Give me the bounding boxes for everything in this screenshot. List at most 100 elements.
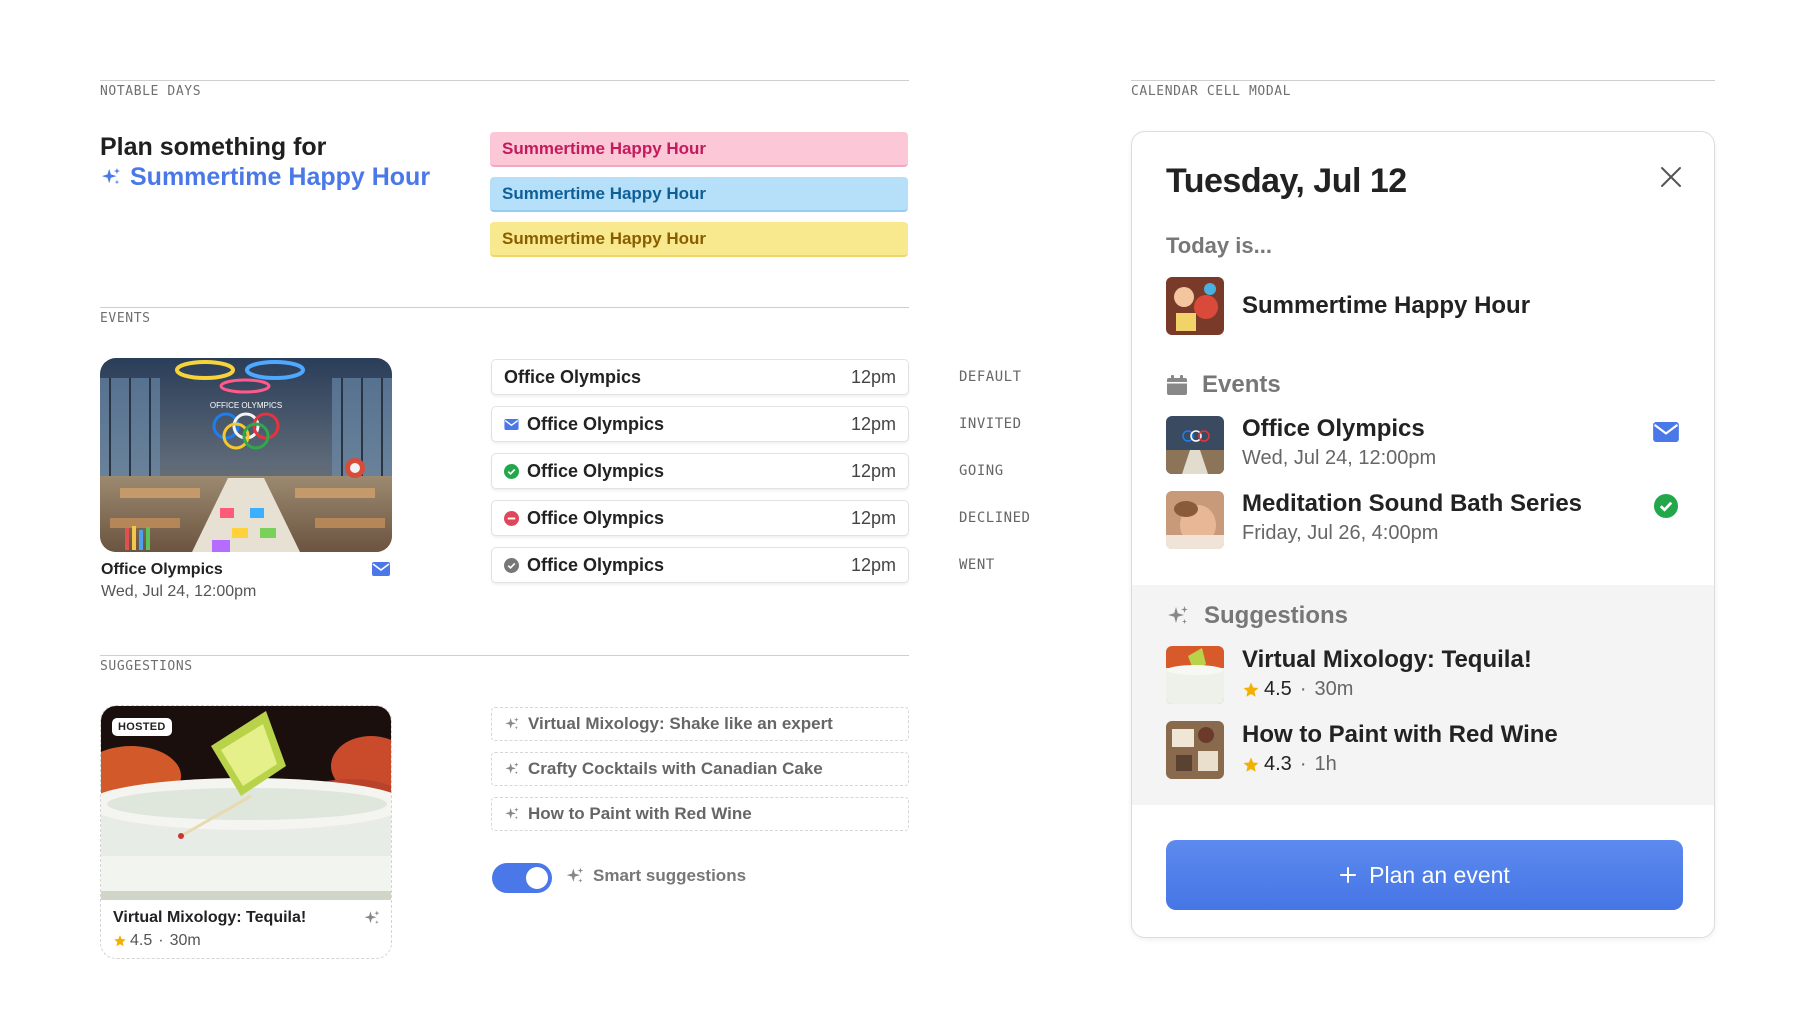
notable-days-section-label: NOTABLE DAYS — [100, 84, 202, 99]
notable-days-rule — [100, 80, 909, 81]
today-item-title[interactable]: Summertime Happy Hour — [1242, 292, 1530, 320]
mail-icon — [372, 562, 390, 576]
event-row-time: 12pm — [850, 554, 896, 575]
hosted-badge: HOSTED — [112, 718, 172, 736]
event-row-time: 12pm — [850, 460, 896, 481]
state-label-declined: DECLINED — [959, 510, 1031, 526]
notable-day-pill-yellow[interactable]: Summertime Happy Hour — [490, 222, 908, 257]
suggestions-heading-text: Suggestions — [1204, 602, 1349, 629]
suggestion-row-title: How to Paint with Red Wine — [528, 804, 752, 823]
plan-subtitle[interactable]: Summertime Happy Hour — [100, 162, 430, 192]
smart-suggestions-label: Smart suggestions — [565, 866, 746, 886]
plan-event-button[interactable]: Plan an event — [1166, 840, 1683, 910]
plus-icon — [1340, 867, 1357, 883]
state-label-default: DEFAULT — [959, 369, 1022, 385]
notable-day-pill-blue[interactable]: Summertime Happy Hour — [490, 177, 908, 212]
suggestion-card[interactable]: HOSTED Virtual Mixology: Tequila! 4.5 · … — [100, 705, 392, 959]
suggestion-thumbnail — [1166, 646, 1224, 704]
today-thumbnail — [1166, 277, 1224, 335]
event-row-declined[interactable]: Office Olympics 12pm — [491, 500, 909, 536]
modal-event-title[interactable]: Office Olympics — [1242, 415, 1425, 443]
event-row-title: Office Olympics — [527, 413, 665, 434]
state-label-going: GOING — [959, 463, 1004, 479]
event-row-default[interactable]: Office Olympics 12pm — [491, 359, 909, 395]
event-row-invited[interactable]: Office Olympics 12pm — [491, 406, 909, 442]
event-row-title: Office Olympics — [527, 460, 665, 481]
rating-separator: · — [1299, 678, 1307, 700]
events-rule — [100, 307, 909, 308]
office-olympics-illustration: OFFICE OLYMPICS — [100, 358, 392, 552]
sparkle-icon[interactable] — [363, 909, 381, 927]
plan-event-label: Plan an event — [1369, 861, 1510, 888]
smart-suggestions-toggle[interactable] — [492, 863, 552, 893]
modal-event-date: Wed, Jul 24, 12:00pm — [1242, 447, 1437, 469]
rating-value: 4.3 — [1264, 753, 1292, 775]
suggestion-row[interactable]: How to Paint with Red Wine — [491, 797, 909, 831]
duration-value: 30m — [1314, 678, 1354, 700]
event-row-went[interactable]: Office Olympics 12pm — [491, 547, 909, 583]
event-row-time: 12pm — [850, 366, 896, 387]
event-card-image[interactable]: OFFICE OLYMPICS — [100, 358, 392, 552]
rating-value: 4.5 — [130, 932, 153, 949]
mail-icon — [1653, 422, 1679, 442]
mail-icon — [504, 418, 519, 430]
events-heading: Events — [1166, 371, 1281, 399]
suggestion-card-rating: 4.5 · 30m — [113, 932, 201, 950]
suggestions-heading: Suggestions — [1166, 602, 1348, 630]
event-row-going[interactable]: Office Olympics 12pm — [491, 453, 909, 489]
sparkle-icon — [565, 866, 585, 886]
notable-day-pill-pink[interactable]: Summertime Happy Hour — [490, 132, 908, 167]
modal-event-date: Friday, Jul 26, 4:00pm — [1242, 522, 1439, 544]
modal-suggestion-title[interactable]: Virtual Mixology: Tequila! — [1242, 646, 1532, 674]
sparkle-icon — [504, 761, 520, 777]
event-thumbnail — [1166, 491, 1224, 549]
suggestion-row[interactable]: Crafty Cocktails with Canadian Cake — [491, 752, 909, 786]
event-row-title: Office Olympics — [504, 366, 642, 387]
star-icon — [114, 935, 126, 947]
rating-value: 4.5 — [1264, 678, 1292, 700]
modal-suggestion-rating: 4.3 · 1h — [1242, 753, 1337, 776]
suggestion-row-title: Crafty Cocktails with Canadian Cake — [528, 759, 823, 778]
calendar-cell-modal: Tuesday, Jul 12 Today is... Summertime H… — [1131, 131, 1715, 938]
star-icon — [1243, 757, 1259, 772]
suggestion-thumbnail — [1166, 721, 1224, 779]
event-row-title: Office Olympics — [527, 507, 665, 528]
event-row-title: Office Olympics — [527, 554, 665, 575]
suggestion-row[interactable]: Virtual Mixology: Shake like an expert — [491, 707, 909, 741]
star-icon — [1243, 682, 1259, 697]
check-circle-icon — [504, 463, 519, 479]
plan-subtitle-text: Summertime Happy Hour — [130, 163, 431, 191]
plan-title: Plan something for — [100, 133, 327, 161]
modal-suggestion-rating: 4.5 · 30m — [1242, 678, 1353, 701]
modal-event-title[interactable]: Meditation Sound Bath Series — [1242, 490, 1582, 518]
suggestion-row-title: Virtual Mixology: Shake like an expert — [528, 714, 833, 733]
suggestions-rule — [100, 655, 909, 656]
state-label-went: WENT — [959, 557, 995, 573]
illustration-sign-text: OFFICE OLYMPICS — [210, 401, 282, 410]
event-thumbnail — [1166, 416, 1224, 474]
event-card-title[interactable]: Office Olympics — [101, 561, 223, 579]
close-icon[interactable] — [1660, 166, 1682, 188]
suggestion-card-image: HOSTED — [101, 706, 391, 900]
today-label: Today is... — [1166, 233, 1272, 258]
calendar-icon — [1167, 375, 1187, 395]
duration-value: 30m — [169, 932, 201, 949]
events-section-label: EVENTS — [100, 311, 151, 326]
event-card-date: Wed, Jul 24, 12:00pm — [101, 583, 257, 600]
declined-circle-icon — [504, 510, 519, 526]
suggestions-section-label: SUGGESTIONS — [100, 659, 193, 674]
suggestion-card-title: Virtual Mixology: Tequila! — [113, 909, 307, 926]
event-row-time: 12pm — [850, 413, 896, 434]
sparkle-icon — [100, 166, 122, 188]
check-circle-gray-icon — [504, 557, 519, 573]
toggle-knob — [526, 867, 548, 889]
event-row-time: 12pm — [850, 507, 896, 528]
modal-rule — [1131, 80, 1715, 81]
events-heading-text: Events — [1202, 371, 1281, 398]
smart-suggestions-text: Smart suggestions — [593, 866, 747, 885]
modal-suggestion-title[interactable]: How to Paint with Red Wine — [1242, 721, 1558, 749]
modal-title: Tuesday, Jul 12 — [1166, 162, 1407, 200]
sparkle-icon — [1166, 604, 1190, 628]
sparkle-icon — [504, 806, 520, 822]
duration-value: 1h — [1314, 753, 1337, 775]
